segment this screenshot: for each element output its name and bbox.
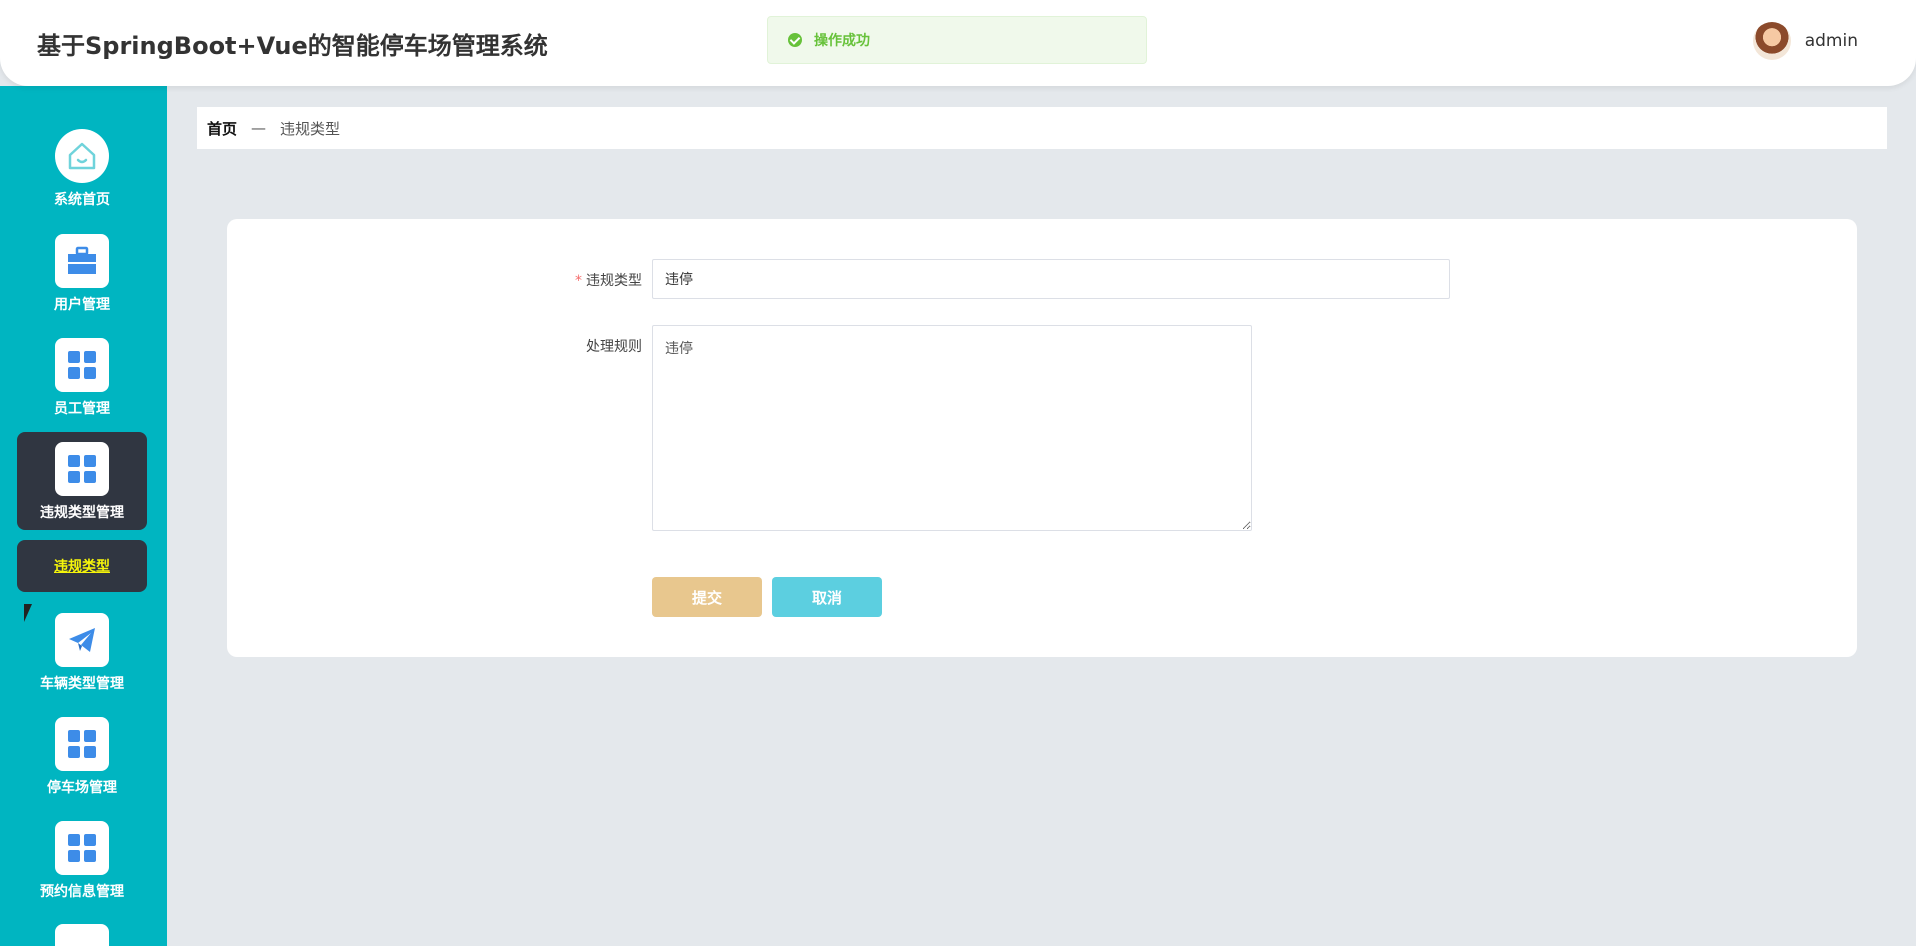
paper-plane-icon — [55, 613, 109, 667]
sidebar-item-label: 违规类型管理 — [40, 505, 124, 521]
sidebar-item-label: 系统首页 — [54, 192, 110, 208]
rule-textarea[interactable]: 违停 — [652, 325, 1252, 531]
mouse-cursor-icon — [24, 604, 32, 622]
submenu-item-violation-type[interactable]: 违规类型 — [17, 540, 147, 592]
submit-button[interactable]: 提交 — [652, 577, 762, 617]
sidebar-item-partial[interactable] — [55, 924, 109, 946]
app-title: 基于SpringBoot+Vue的智能停车场管理系统 — [37, 32, 548, 60]
sidebar: 系统首页 用户管理 员工管理 违规类型管理 违规类型 车辆类型管理 停车场管理 … — [0, 86, 167, 946]
sidebar-item-label: 员工管理 — [54, 401, 110, 417]
breadcrumb-separator: — — [251, 119, 267, 137]
sidebar-item-home[interactable]: 系统首页 — [17, 119, 147, 217]
sidebar-item-label: 停车场管理 — [47, 780, 117, 796]
violation-type-label: * 违规类型 — [575, 273, 642, 289]
toast-message: 操作成功 — [814, 33, 870, 49]
sidebar-item-label: 用户管理 — [54, 297, 110, 313]
avatar[interactable] — [1752, 22, 1791, 60]
sidebar-item-staff[interactable]: 员工管理 — [17, 328, 147, 426]
user-menu[interactable]: admin — [1752, 22, 1858, 60]
required-mark: * — [575, 273, 582, 289]
grid-icon — [55, 338, 109, 392]
sidebar-item-vehicle-types[interactable]: 车辆类型管理 — [17, 603, 147, 701]
top-header: 基于SpringBoot+Vue的智能停车场管理系统 操作成功 admin — [0, 0, 1916, 86]
rule-label: 处理规则 — [586, 339, 642, 355]
sidebar-item-reservations[interactable]: 预约信息管理 — [17, 811, 147, 909]
grid-icon — [55, 442, 109, 496]
briefcase-icon — [55, 234, 109, 288]
success-toast: 操作成功 — [767, 16, 1147, 64]
breadcrumb-home[interactable]: 首页 — [207, 118, 237, 139]
sidebar-item-users[interactable]: 用户管理 — [17, 224, 147, 322]
submenu-label[interactable]: 违规类型 — [54, 556, 110, 576]
grid-icon — [55, 821, 109, 875]
breadcrumb-current: 违规类型 — [280, 119, 341, 138]
check-circle-icon — [788, 33, 802, 47]
cancel-button[interactable]: 取消 — [772, 577, 882, 617]
breadcrumb: 首页 — 违规类型 — [197, 107, 1887, 149]
sidebar-item-violation-types[interactable]: 违规类型管理 — [17, 432, 147, 530]
violation-type-input[interactable] — [652, 259, 1450, 299]
sidebar-item-label: 车辆类型管理 — [40, 676, 124, 692]
sidebar-item-label: 预约信息管理 — [40, 884, 124, 900]
home-icon — [55, 129, 109, 183]
sidebar-item-parking-lots[interactable]: 停车场管理 — [17, 707, 147, 805]
grid-icon — [55, 717, 109, 771]
form-card: *违规类型 处理规则 违停 提交 取消 — [227, 219, 1857, 657]
user-name[interactable]: admin — [1805, 31, 1858, 51]
